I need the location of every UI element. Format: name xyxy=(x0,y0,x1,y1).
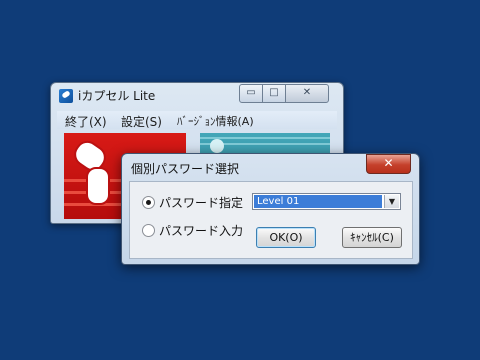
capsule-icon xyxy=(86,167,110,205)
close-icon: ✕ xyxy=(302,87,312,98)
menu-bar: 終了(X) 設定(S) ﾊﾞｰｼﾞｮﾝ情報(A) xyxy=(57,111,337,129)
radio-button-selected[interactable] xyxy=(142,196,155,209)
menu-item-exit[interactable]: 終了(X) xyxy=(65,113,107,130)
dialog-title: 個別パスワード選択 xyxy=(131,162,240,176)
menu-item-version-info[interactable]: ﾊﾞｰｼﾞｮﾝ情報(A) xyxy=(177,113,254,129)
capsule-app-icon xyxy=(59,89,73,103)
password-select-dialog: 個別パスワード選択 ✕ パスワード指定 パスワード入力 Level 01 ▼ O… xyxy=(121,153,420,265)
dialog-body: パスワード指定 パスワード入力 Level 01 ▼ OK(O) ｷｬﾝｾﾙ(C… xyxy=(129,181,413,259)
level-select[interactable]: Level 01 ▼ xyxy=(252,193,401,210)
close-icon: ✕ xyxy=(383,156,394,170)
cancel-button[interactable]: ｷｬﾝｾﾙ(C) xyxy=(342,227,402,248)
radio-label: パスワード指定 xyxy=(159,196,244,210)
close-button[interactable]: ✕ xyxy=(285,84,329,103)
app-titlebar[interactable]: iカプセル Lite ▭ □ ✕ xyxy=(51,83,343,107)
maximize-icon: □ xyxy=(269,87,279,98)
radio-label: パスワード入力 xyxy=(159,224,244,238)
menu-item-settings[interactable]: 設定(S) xyxy=(121,113,162,130)
maximize-button[interactable]: □ xyxy=(262,84,286,103)
radio-button[interactable] xyxy=(142,224,155,237)
minimize-icon: ▭ xyxy=(246,87,256,98)
dialog-close-button[interactable]: ✕ xyxy=(366,154,411,174)
level-select-value: Level 01 xyxy=(254,195,382,208)
key-icon xyxy=(210,139,224,153)
app-title: iカプセル Lite xyxy=(78,89,156,103)
ok-button[interactable]: OK(O) xyxy=(256,227,316,248)
chevron-down-icon[interactable]: ▼ xyxy=(384,195,399,208)
minimize-button[interactable]: ▭ xyxy=(239,84,263,103)
